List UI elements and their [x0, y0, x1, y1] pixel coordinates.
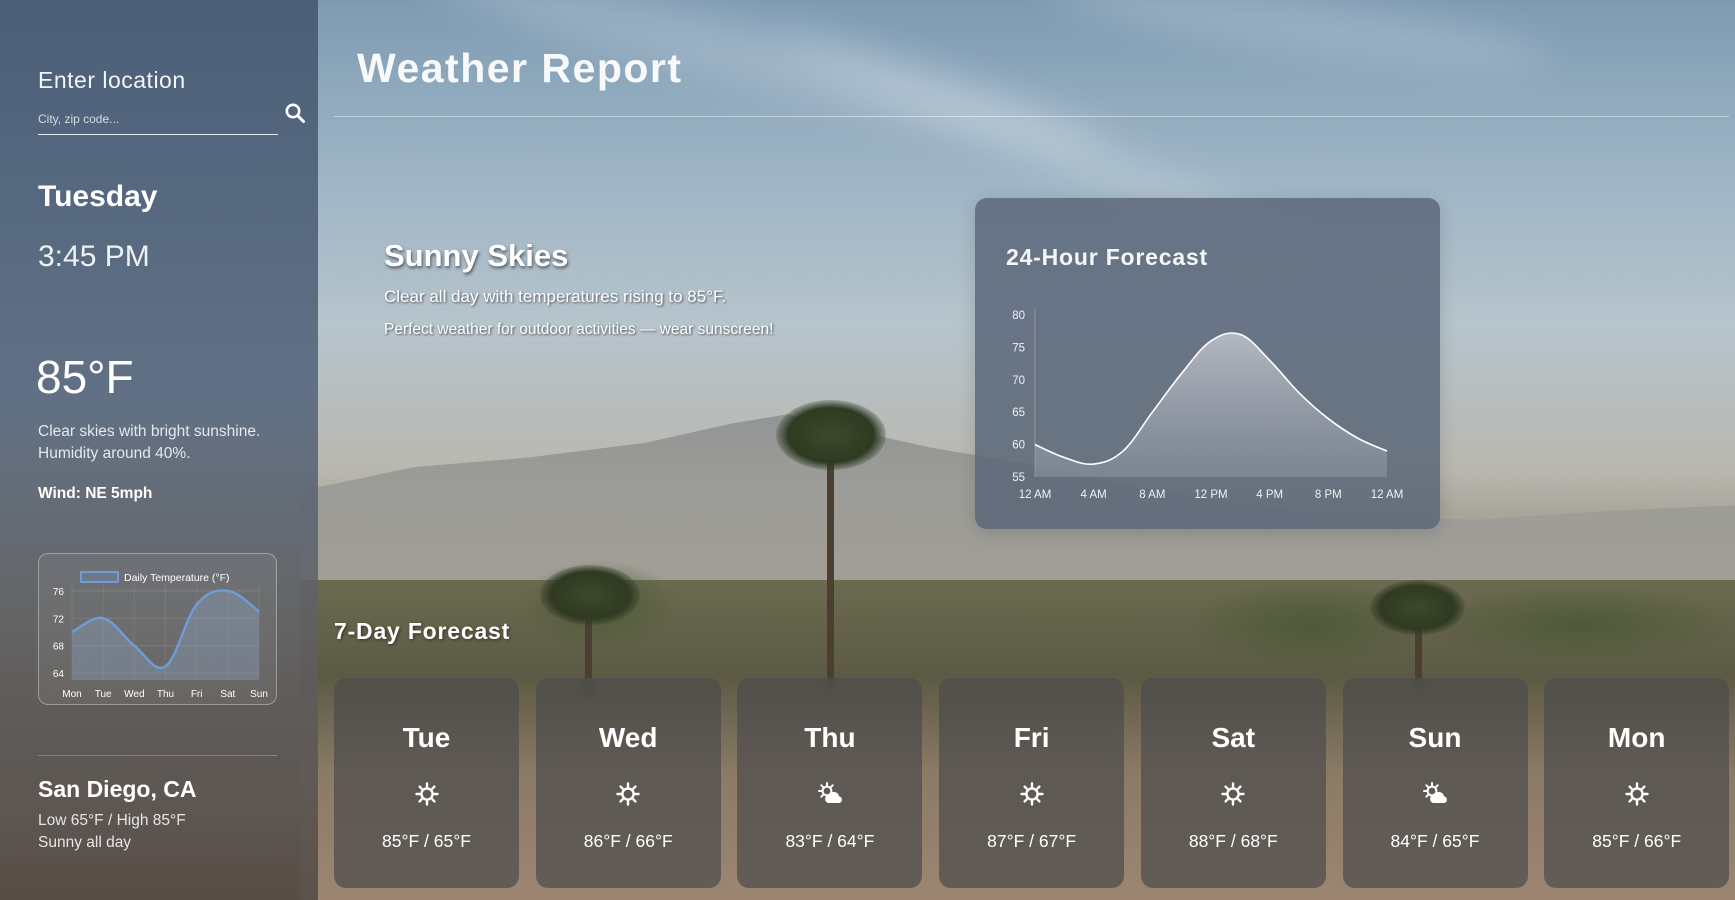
forecast-x-tick: 4 AM [1081, 489, 1107, 501]
location-label: Enter location [38, 67, 186, 93]
forecast-x-tick: 12 AM [1019, 489, 1052, 501]
day-card-name: Sun [1408, 722, 1462, 753]
mini-chart-x-tick: Tue [95, 689, 112, 700]
day-card-name: Thu [804, 722, 856, 753]
sun-icon [1019, 782, 1044, 806]
forecast-y-tick: 80 [1012, 310, 1025, 322]
day-card-icon [615, 781, 641, 807]
sun-icon [1221, 782, 1245, 806]
week-forecast-list: Tue 85°F / 65°F Wed 86°F / 66°F Thu 83°F /… [334, 678, 1730, 888]
day-card-mon[interactable]: Mon 85°F / 66°F [1544, 678, 1730, 888]
hero-title: Sunny Skies [384, 238, 569, 273]
forecast-x-tick: 8 AM [1139, 489, 1165, 501]
mini-chart-legend-label: Daily Temperature (°F) [124, 572, 230, 584]
forecast-y-tick: 65 [1012, 407, 1025, 419]
day-card-icon [1220, 781, 1246, 807]
daily-temperature-chart-svg: 64 68 72 76 Mon Tue Wed Thu Fri Sat Sun Daily Tempe… [53, 571, 268, 700]
mini-chart-x-tick: Sat [220, 689, 235, 700]
day-card-name: Tue [402, 722, 451, 753]
day-card-icon [414, 781, 440, 807]
mini-chart-x-tick: Wed [124, 689, 144, 700]
day-card-name: Wed [598, 722, 658, 753]
day-card-temps: 85°F / 65°F [382, 831, 471, 851]
day-card-name: Sat [1211, 722, 1256, 753]
week-forecast-title: 7-Day Forecast [334, 618, 511, 644]
weather-description: Clear skies with bright sunshine. Humidi… [38, 423, 261, 462]
forecast-24h-card: 24-Hour Forecast 55 60 65 70 75 80 12 AM 4 AM 8 … [975, 198, 1440, 529]
mini-chart-y-tick: 64 [53, 669, 65, 680]
cloud-sun-icon [817, 782, 842, 803]
current-time: 3:45 PM [38, 240, 150, 273]
sidebar: Enter location Tuesday 3:45 PM 85°F Clea… [0, 0, 318, 900]
current-day: Tuesday [38, 180, 158, 213]
forecast-x-tick: 12 AM [1371, 489, 1404, 501]
day-card-temps: 85°F / 66°F [1592, 831, 1682, 851]
forecast-y-tick: 70 [1012, 375, 1025, 387]
forecast-y-tick: 55 [1012, 472, 1025, 484]
hero-line-1: Clear all day with temperatures rising t… [384, 287, 727, 306]
day-card-fri[interactable]: Fri 87°F / 67°F [939, 678, 1125, 888]
page-title: Weather Report [357, 45, 683, 91]
search-button[interactable] [284, 102, 308, 126]
title-divider [334, 116, 1729, 117]
mini-chart-y-tick: 68 [53, 642, 65, 653]
search-icon [285, 103, 305, 123]
sun-icon [1624, 782, 1649, 806]
hero-line-2: Perfect weather for outdoor activities —… [384, 321, 774, 338]
mini-chart-x-tick: Thu [157, 689, 174, 700]
day-card-icon [1019, 781, 1045, 807]
day-card-icon [817, 781, 843, 807]
mini-chart-y-tick: 72 [53, 614, 65, 625]
day-card-temps: 83°F / 64°F [785, 831, 875, 851]
day-card-name: Fri [1013, 722, 1050, 753]
mini-chart-y-tick: 76 [53, 587, 65, 598]
forecast-area [1035, 332, 1387, 477]
forecast-y-tick: 60 [1012, 440, 1025, 452]
sun-icon [616, 782, 640, 806]
day-card-sat[interactable]: Sat 88°F / 68°F [1140, 678, 1326, 888]
day-card-icon [1422, 781, 1448, 807]
sun-icon [414, 782, 439, 806]
mini-chart-x-tick: Fri [191, 689, 203, 700]
forecast-x-tick: 12 PM [1194, 489, 1227, 501]
mini-chart-legend-swatch [80, 571, 119, 583]
forecast-x-tick: 8 PM [1315, 489, 1342, 501]
day-card-temps: 87°F / 67°F [987, 831, 1077, 851]
day-card-wed[interactable]: Wed 86°F / 66°F [535, 678, 721, 888]
forecast-y-tick: 75 [1012, 342, 1025, 354]
day-card-tue[interactable]: Tue 85°F / 65°F [334, 678, 519, 888]
current-temperature: 85°F [36, 351, 134, 403]
city-name: San Diego, CA [38, 776, 197, 802]
location-search-input[interactable] [38, 104, 278, 134]
low-high-temps: Low 65°F / High 85°F [38, 812, 186, 829]
day-card-temps: 88°F / 68°F [1188, 831, 1278, 851]
search-field-wrapper [38, 104, 278, 135]
mini-chart-x-tick: Mon [62, 689, 81, 700]
day-summary: Sunny all day [38, 834, 132, 851]
forecast-24h-chart: 55 60 65 70 75 80 12 AM 4 AM 8 AM 12 PM 4 PM 8 PM 12… [1012, 309, 1404, 501]
forecast-x-tick: 4 PM [1256, 489, 1283, 501]
daily-temperature-chart: 64 68 72 76 Mon Tue Wed Thu Fri Sat Sun Daily Tempe… [38, 553, 277, 705]
day-card-temps: 84°F / 65°F [1390, 831, 1480, 851]
day-card-sun[interactable]: Sun 84°F / 65°F [1342, 678, 1528, 888]
day-card-icon [1624, 781, 1650, 807]
day-card-temps: 86°F / 66°F [583, 831, 673, 851]
day-card-thu[interactable]: Thu 83°F / 64°F [737, 678, 923, 888]
day-card-name: Mon [1607, 722, 1666, 753]
mini-chart-x-tick: Sun [250, 689, 268, 700]
city-summary: Low 65°F / High 85°F Sunny all day [38, 810, 186, 854]
sidebar-divider [38, 755, 277, 756]
cloud-sun-icon [1423, 782, 1447, 803]
wind-info: Wind: NE 5mph [38, 485, 153, 502]
